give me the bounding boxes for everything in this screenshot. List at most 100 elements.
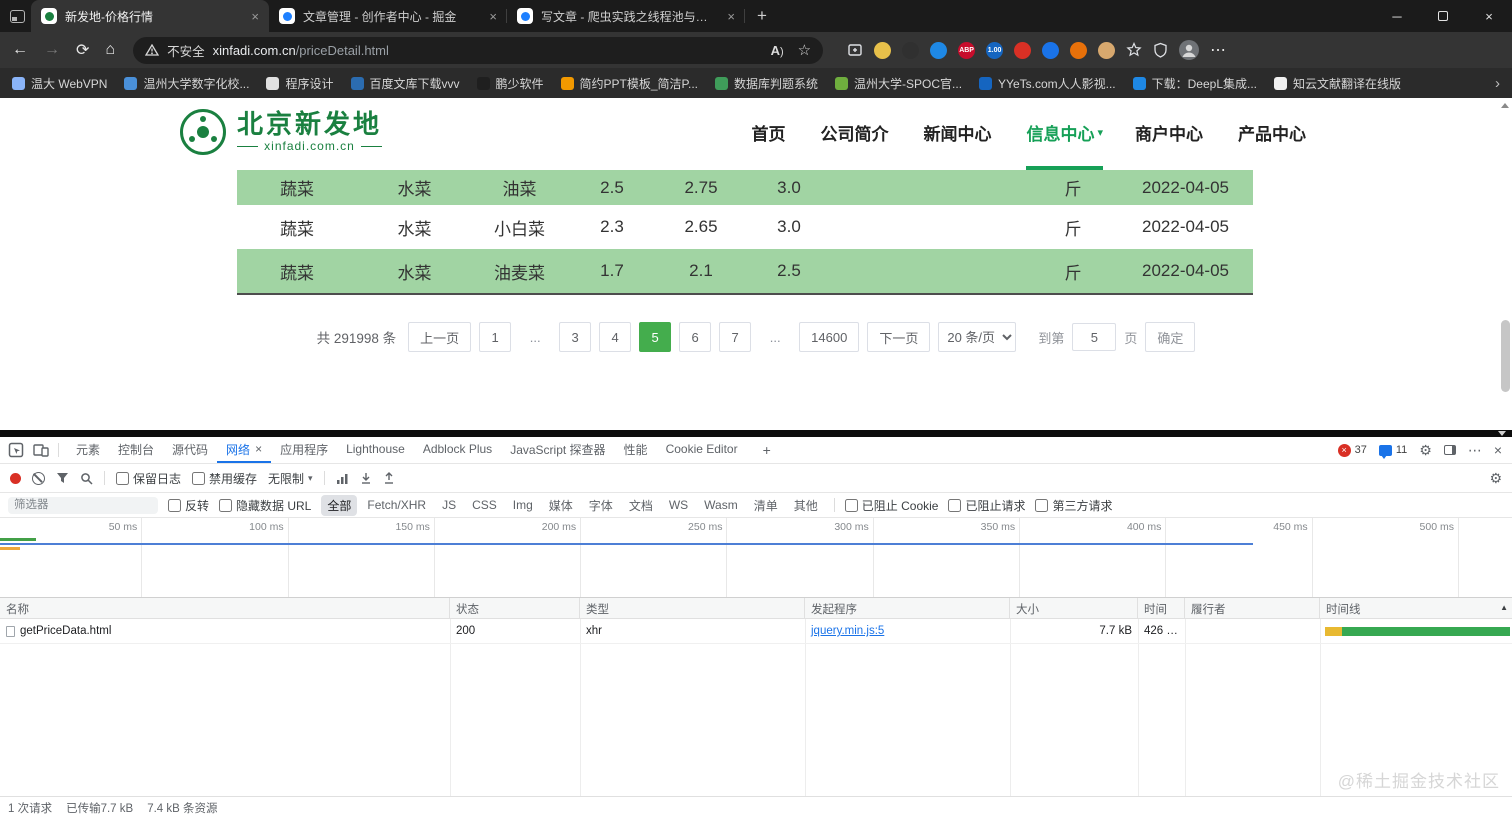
scrollbar-down-icon[interactable] xyxy=(1498,431,1506,436)
devtools-tab[interactable]: 性能 xyxy=(615,437,657,463)
url-text[interactable]: xinfadi.com.cn/priceDetail.html xyxy=(213,43,389,58)
extension-icon[interactable] xyxy=(930,41,948,59)
column-header-waterfall[interactable]: 时间线 ▲ xyxy=(1320,598,1512,618)
export-har-icon[interactable] xyxy=(383,472,395,484)
network-filter-input[interactable] xyxy=(8,496,158,514)
favorites-bar-icon[interactable] xyxy=(1126,42,1142,58)
devtools-more-icon[interactable]: ⋯ xyxy=(1468,442,1482,459)
clear-icon[interactable] xyxy=(32,471,45,485)
tab-close-icon[interactable]: × xyxy=(251,9,259,24)
new-tab-button[interactable]: + xyxy=(745,6,779,26)
tab-actions-icon[interactable] xyxy=(10,9,25,23)
devtools-separator[interactable] xyxy=(0,430,1512,437)
home-icon[interactable]: ⌂ xyxy=(105,41,115,59)
more-tabs-button[interactable]: + xyxy=(755,442,779,458)
device-toolbar-icon[interactable] xyxy=(33,442,49,458)
site-nav-item[interactable]: 信息中心 ▾ xyxy=(1026,98,1103,170)
search-icon[interactable] xyxy=(80,472,93,485)
bookmark-item[interactable]: YYeTs.com人人影视... xyxy=(979,75,1116,92)
extension-icon[interactable] xyxy=(1070,41,1088,59)
hide-data-urls-checkbox[interactable]: 隐藏数据 URL xyxy=(219,497,311,514)
forward-icon[interactable]: → xyxy=(44,41,60,59)
page-scrollbar-thumb[interactable] xyxy=(1501,320,1510,392)
page-button[interactable]: 5 xyxy=(639,322,672,352)
page-size-select[interactable]: 20 条/页 xyxy=(938,322,1017,352)
filter-icon[interactable] xyxy=(56,472,69,484)
column-header-name[interactable]: 名称 xyxy=(0,598,450,618)
page-button[interactable]: 1 xyxy=(479,322,512,352)
read-aloud-icon[interactable]: A) xyxy=(771,43,784,58)
filter-type-chip[interactable]: WS xyxy=(663,496,694,514)
devtools-close-icon[interactable]: × xyxy=(1494,442,1502,458)
network-conditions-icon[interactable] xyxy=(336,473,349,484)
import-har-icon[interactable] xyxy=(360,472,372,484)
site-nav-item[interactable]: 新闻中心 xyxy=(923,98,994,170)
extension-icon[interactable] xyxy=(874,41,892,59)
filter-type-chip[interactable]: Wasm xyxy=(698,496,744,514)
bookmarks-overflow-icon[interactable]: › xyxy=(1495,75,1500,92)
page-button[interactable]: 7 xyxy=(719,322,752,352)
blocked-requests-checkbox[interactable]: 已阻止请求 xyxy=(948,497,1025,514)
record-icon[interactable] xyxy=(10,472,21,484)
column-header-fulfilled-by[interactable]: 履行者 xyxy=(1185,598,1320,618)
page-button[interactable]: 6 xyxy=(679,322,712,352)
extension-icon[interactable] xyxy=(1098,41,1116,59)
bookmark-item[interactable]: 温州大学-SPOC官... xyxy=(835,75,962,92)
devtools-tab[interactable]: 应用程序 xyxy=(271,437,337,463)
third-party-checkbox[interactable]: 第三方请求 xyxy=(1035,497,1113,514)
browser-tab[interactable]: 新发地-价格行情 × xyxy=(31,0,269,32)
filter-type-chip[interactable]: 文档 xyxy=(623,495,659,516)
maximize-button[interactable] xyxy=(1420,0,1466,32)
console-errors-badge[interactable]: × 37 xyxy=(1337,443,1367,457)
site-logo[interactable]: 北京新发地 xinfadi.com.cn xyxy=(180,109,382,155)
page-button[interactable]: 4 xyxy=(599,322,632,352)
request-name-cell[interactable]: getPriceData.html xyxy=(0,619,450,643)
filter-type-chip[interactable]: Fetch/XHR xyxy=(361,496,432,514)
jump-page-input[interactable] xyxy=(1072,323,1117,351)
page-button[interactable]: 14600 xyxy=(799,322,860,352)
filter-type-chip[interactable]: 字体 xyxy=(583,495,619,516)
bookmark-item[interactable]: 温州大学数字化校... xyxy=(124,75,249,92)
add-favorite-icon[interactable]: ☆ xyxy=(798,41,811,59)
filter-type-chip[interactable]: 其他 xyxy=(788,495,824,516)
devtools-tab[interactable]: Cookie Editor xyxy=(657,437,747,463)
extension-icon[interactable]: 1.00 xyxy=(986,41,1004,59)
filter-type-chip[interactable]: Img xyxy=(507,496,539,514)
prev-page-button[interactable]: 上一页 xyxy=(408,322,472,352)
security-label[interactable]: 不安全 xyxy=(167,41,205,60)
confirm-button[interactable]: 确定 xyxy=(1145,322,1196,352)
disable-cache-checkbox[interactable]: 禁用缓存 xyxy=(192,470,257,487)
devtools-tab[interactable]: Adblock Plus xyxy=(414,437,501,463)
browser-tab[interactable]: 写文章 - 爬虫实践之线程池与多线 × xyxy=(507,0,745,32)
devtools-tab[interactable]: 网络 xyxy=(217,437,272,463)
filter-type-chip[interactable]: JS xyxy=(436,496,462,514)
column-header-type[interactable]: 类型 xyxy=(580,598,805,618)
site-nav-item[interactable]: 公司简介 xyxy=(820,98,891,170)
preserve-log-checkbox[interactable]: 保留日志 xyxy=(116,470,181,487)
filter-type-chip[interactable]: 全部 xyxy=(321,494,358,516)
extension-icon[interactable]: ABP xyxy=(958,41,976,59)
site-nav-item[interactable]: 产品中心 xyxy=(1238,98,1309,170)
filter-type-chip[interactable]: 清单 xyxy=(748,495,784,516)
browser-essentials-icon[interactable] xyxy=(1153,42,1168,58)
invert-checkbox[interactable]: 反转 xyxy=(168,497,209,514)
bookmark-item[interactable]: 下载：DeepL集成... xyxy=(1132,75,1257,92)
devtools-tab[interactable]: Lighthouse xyxy=(337,437,414,463)
address-bar[interactable]: 不安全 xinfadi.com.cn/priceDetail.html A) ☆ xyxy=(133,36,824,64)
devtools-tab[interactable]: 元素 xyxy=(67,437,109,463)
issues-badge[interactable]: 11 xyxy=(1378,444,1407,459)
devtools-settings-icon[interactable]: ⚙ xyxy=(1419,442,1432,459)
profile-avatar[interactable] xyxy=(1179,40,1200,60)
browser-tab[interactable]: 文章管理 - 创作者中心 - 掘金 × xyxy=(269,0,507,32)
refresh-icon[interactable]: ⟳ xyxy=(76,40,89,60)
column-header-size[interactable]: 大小 xyxy=(1010,598,1138,618)
bookmark-item[interactable]: 鹏少软件 xyxy=(476,75,544,92)
inspect-element-icon[interactable] xyxy=(8,442,24,458)
filter-type-chip[interactable]: CSS xyxy=(466,496,503,514)
bookmark-item[interactable]: 程序设计 xyxy=(266,75,334,92)
settings-more-icon[interactable]: ⋯ xyxy=(1210,40,1226,60)
network-overview-timeline[interactable]: 50 ms 100 ms 150 ms 200 ms 250 ms 300 ms 350 m… xyxy=(0,518,1512,598)
page-button[interactable]: ... xyxy=(759,322,791,352)
devtools-tab[interactable]: 源代码 xyxy=(163,437,217,463)
collections-icon[interactable] xyxy=(847,42,863,58)
